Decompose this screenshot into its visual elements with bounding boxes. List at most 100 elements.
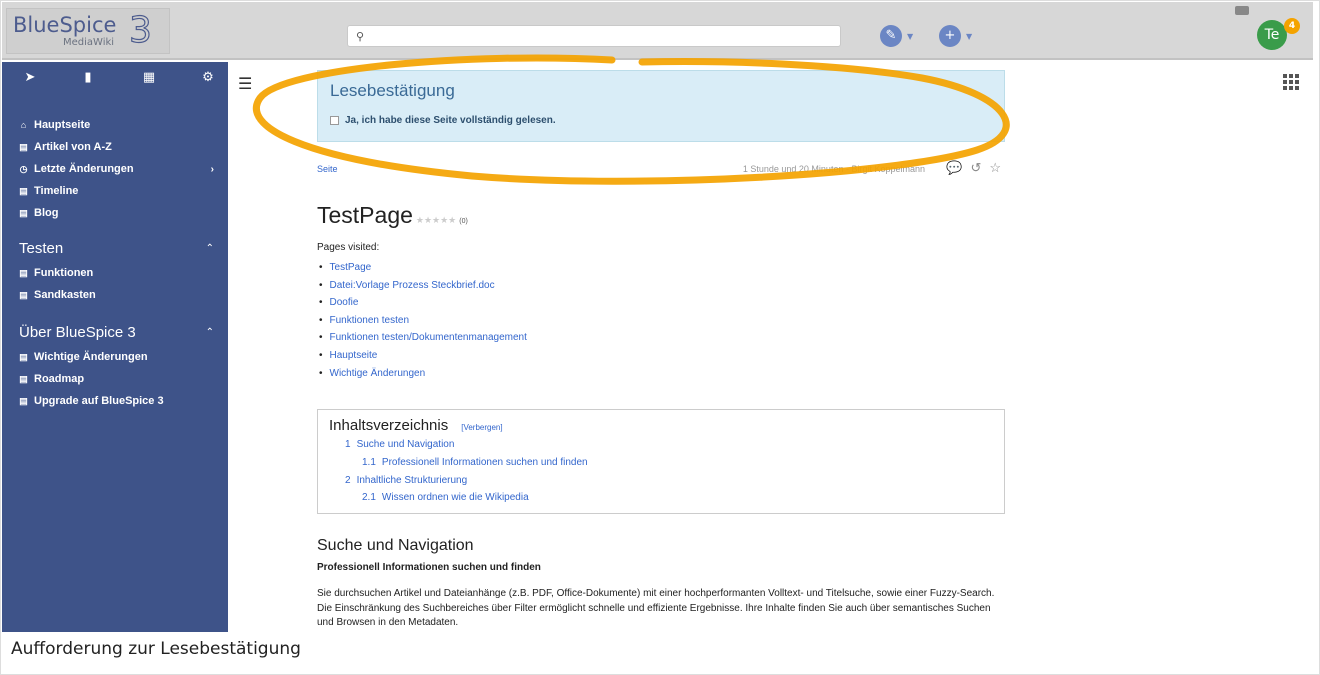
toc-number: 1.1 [362,457,376,468]
sidebar-section-title: Über BlueSpice 3 [19,323,136,341]
sidebar-item-label: Upgrade auf BlueSpice 3 [34,395,164,407]
chevron-down-icon: ▼ [907,31,914,41]
sidebar-item-letzte-aenderungen[interactable]: ◷ Letzte Änderungen › [19,158,219,180]
page-meta-bar: Seite 1 Stunde und 20 Minuten - Birgit K… [317,160,1005,178]
rating-stars[interactable]: ★★★★★ [416,215,456,226]
tab-seite[interactable]: Seite [317,164,338,174]
visited-link[interactable]: TestPage [319,262,527,280]
window-icon[interactable] [1235,6,1249,15]
toc-label: Inhaltliche Strukturierung [356,475,468,486]
visited-list: TestPage Datei:Vorlage Prozess Steckbrie… [319,262,527,385]
sidebar-item-label: Funktionen [34,267,94,279]
pencil-icon: ✎ [880,25,902,47]
logo-subtext: MediaWiki [63,37,115,48]
checkbox-label: Ja, ich habe diese Seite vollständig gel… [345,115,556,126]
menu-toggle-icon[interactable]: ☰ [238,74,252,93]
sidebar-item-timeline[interactable]: ▤ Timeline [19,180,219,202]
sidebar-item-label: Artikel von A-Z [34,141,112,153]
toc-item[interactable]: 2.1 Wissen ordnen wie die Wikipedia [362,492,529,503]
sidebar-item-hauptseite[interactable]: ⌂ Hauptseite [19,114,219,136]
home-icon: ⌂ [20,120,27,130]
sidebar-item-label: Wichtige Änderungen [34,351,148,363]
logo-version: 3 [128,10,152,51]
document-icon: ▤ [19,207,28,218]
visited-link[interactable]: Doofie [319,297,527,315]
history-icon[interactable]: ↺ [970,160,981,176]
chevron-up-icon: ⌃ [205,326,214,338]
search-input[interactable]: ⚲ [347,25,841,47]
sidebar-item-label: Blog [34,207,59,219]
visited-label: Pages visited: [317,242,380,253]
last-edit-info[interactable]: 1 Stunde und 20 Minuten - Birgit Koppelm… [743,164,925,174]
sidebar-item-label: Timeline [34,185,79,197]
toc-title: Inhaltsverzeichnis [329,417,449,434]
navigation-arrow-icon[interactable]: ➤ [20,70,40,90]
toc-label: Suche und Navigation [356,439,455,450]
search-icon: ⚲ [356,30,365,43]
section-paragraph: Sie durchsuchen Artikel und Dateianhänge… [317,588,995,628]
top-bar: BlueSpice MediaWiki 3 ⚲ ✎ ▼ + ▼ Te 4 [2,2,1313,60]
avatar[interactable]: Te [1257,20,1287,50]
edit-menu-button[interactable]: ✎ ▼ [880,24,913,48]
screenshot: BlueSpice MediaWiki 3 ⚲ ✎ ▼ + ▼ Te 4 ➤ ▮… [2,2,1313,632]
toc-hide-link[interactable]: [Verbergen] [461,423,502,432]
sidebar-item-wichtige-aenderungen[interactable]: ▤ Wichtige Änderungen [19,346,219,368]
toc-label: Wissen ordnen wie die Wikipedia [381,492,529,503]
notification-badge[interactable]: 4 [1284,18,1300,34]
sidebar-item-sandkasten[interactable]: ▤ Sandkasten [19,284,219,306]
sidebar-section-testen[interactable]: Testen ⌃ [19,234,219,262]
toc-number: 1 [345,439,351,450]
discussion-icon[interactable]: 💬 [946,160,962,176]
read-confirmation-box: Lesebestätigung Ja, ich habe diese Seite… [317,70,1005,142]
sidebar-item-label: Letzte Änderungen [34,163,134,175]
sidebar-item-label: Roadmap [34,373,85,385]
document-icon: ▤ [19,141,28,152]
toc-number: 2.1 [362,492,376,503]
section-subheading: Professionell Informationen suchen und f… [317,562,541,573]
document-icon: ▤ [19,267,28,278]
visited-link[interactable]: Hauptseite [319,350,527,368]
apps-grid-icon[interactable] [1283,74,1299,90]
book-icon[interactable]: ▮ [78,70,98,90]
table-of-contents: Inhaltsverzeichnis [Verbergen] 1 Suche un… [317,409,1005,514]
sidebar-tabs: ➤ ▮ ▦ ⚙ [2,68,228,94]
read-confirmation-checkbox[interactable]: Ja, ich habe diese Seite vollständig gel… [330,115,556,126]
checkbox[interactable] [330,116,339,125]
toc-header: Inhaltsverzeichnis [Verbergen] [329,417,503,434]
visited-link[interactable]: Wichtige Änderungen [319,368,527,386]
create-menu-button[interactable]: + ▼ [939,24,972,48]
sidebar-item-blog[interactable]: ▤ Blog [19,202,219,224]
sidebar-section-title: Testen [19,239,64,257]
document-icon: ▤ [19,185,28,196]
visited-link[interactable]: Funktionen testen/Dokumentenmanagement [319,332,527,350]
logo-text: BlueSpice [13,13,117,37]
gear-icon[interactable]: ⚙ [198,70,218,90]
read-confirmation-title: Lesebestätigung [330,81,455,100]
sidebar-item-label: Sandkasten [34,289,96,301]
sidebar-item-artikel[interactable]: ▤ Artikel von A-Z [19,136,219,158]
toc-number: 2 [345,475,351,486]
figure-caption: Aufforderung zur Lesebestätigung [11,639,301,659]
page-title: TestPage ★★★★★ (0) [317,202,468,229]
clock-icon: ◷ [19,163,28,174]
figure-frame: BlueSpice MediaWiki 3 ⚲ ✎ ▼ + ▼ Te 4 ➤ ▮… [0,0,1320,675]
star-icon[interactable]: ☆ [989,160,1001,176]
chevron-right-icon: › [210,163,214,175]
document-icon: ▤ [19,373,28,384]
sidebar-item-upgrade[interactable]: ▤ Upgrade auf BlueSpice 3 [19,390,219,412]
plus-icon: + [939,25,961,47]
toc-item[interactable]: 1 Suche und Navigation [345,439,454,450]
document-icon: ▤ [19,351,28,362]
sidebar: ➤ ▮ ▦ ⚙ ⌂ Hauptseite ▤ Artikel von A-Z ◷… [2,62,228,632]
visited-link[interactable]: Funktionen testen [319,315,527,333]
sidebar-item-roadmap[interactable]: ▤ Roadmap [19,368,219,390]
visited-link[interactable]: Datei:Vorlage Prozess Steckbrief.doc [319,280,527,298]
clipboard-icon[interactable]: ▦ [139,70,159,90]
document-icon: ▤ [19,289,28,300]
sidebar-section-ueber-bluespice[interactable]: Über BlueSpice 3 ⌃ [19,318,219,346]
toc-item[interactable]: 1.1 Professionell Informationen suchen un… [362,457,588,468]
logo[interactable]: BlueSpice MediaWiki 3 [6,8,170,54]
sidebar-item-funktionen[interactable]: ▤ Funktionen [19,262,219,284]
toc-item[interactable]: 2 Inhaltliche Strukturierung [345,475,467,486]
chevron-up-icon: ⌃ [205,242,214,254]
